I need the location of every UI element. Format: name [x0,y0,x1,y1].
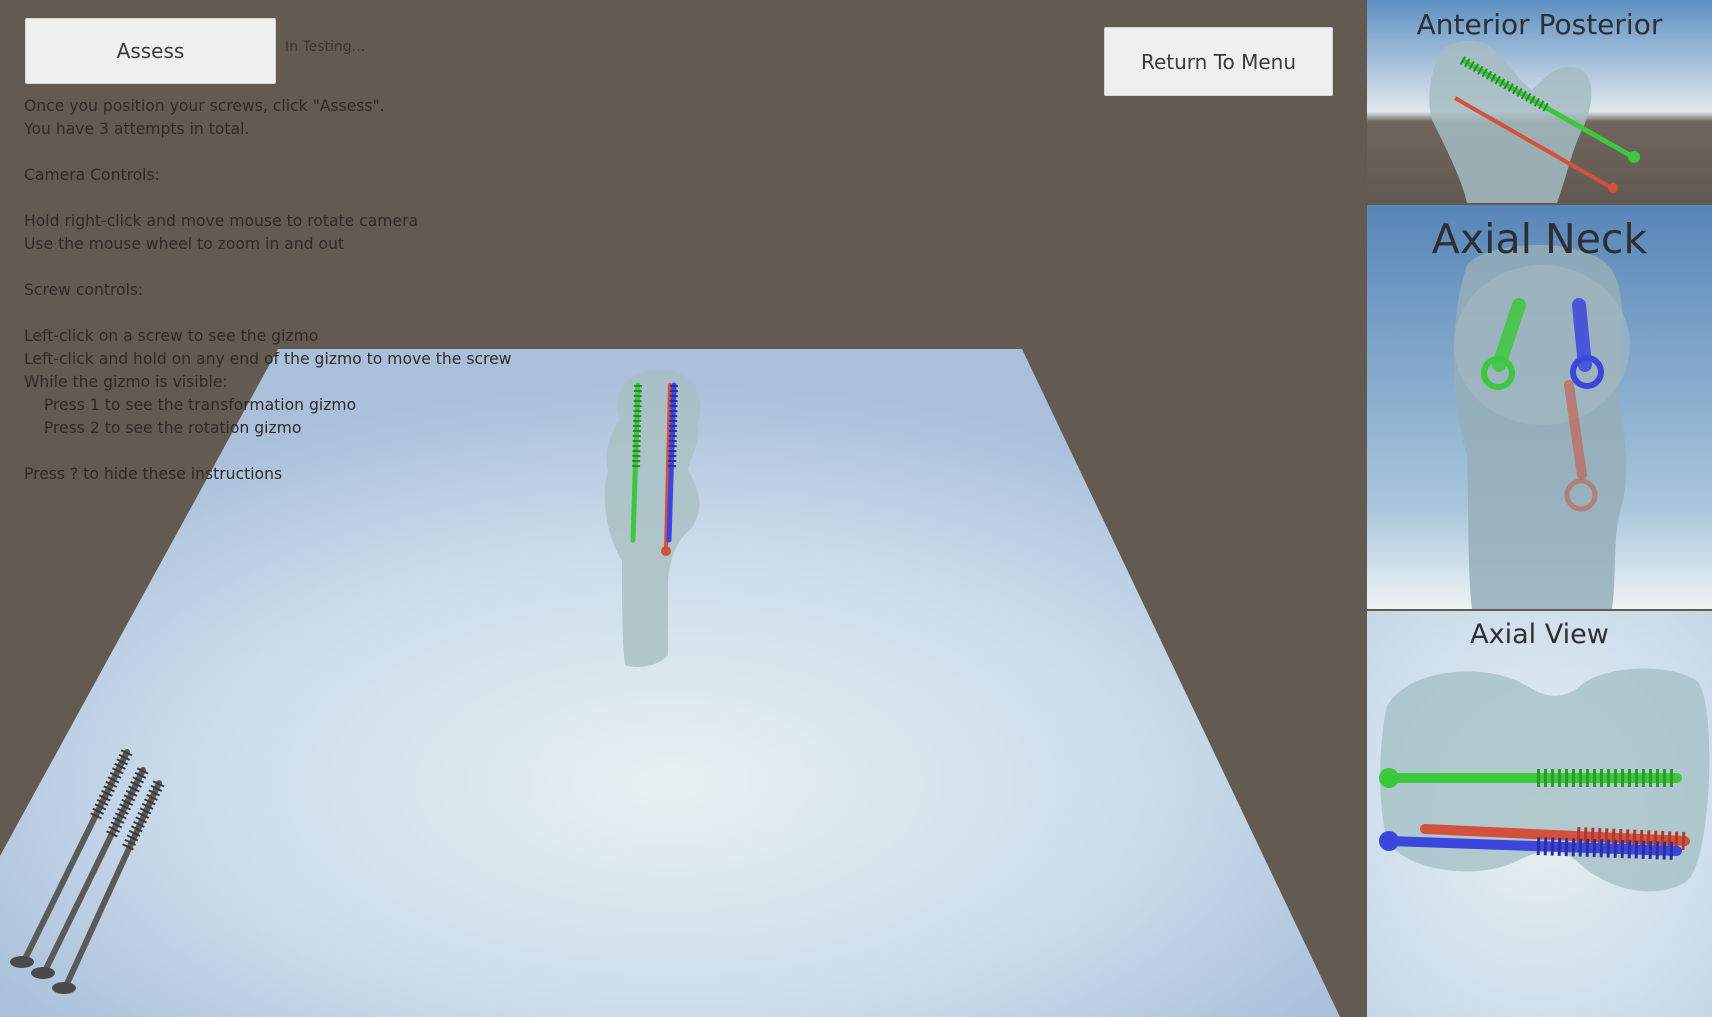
instruction-line: Camera Controls: [24,166,160,184]
instruction-line [24,440,511,463]
assess-button[interactable]: Assess [25,18,276,84]
instruction-line: Press 1 to see the transformation gizmo [24,396,357,414]
instruction-line: Screw controls: [24,281,144,299]
axial-view-title: Axial View [1470,619,1609,650]
instruction-line: Left-click on a screw to see the gizmo [24,327,319,345]
instruction-line: Hold right-click and move mouse to rotat… [24,212,419,230]
instruction-line: Left-click and hold on any end of the gi… [24,350,512,368]
axial-neck-title: Axial Neck [1431,215,1648,263]
instruction-line: Use the mouse wheel to zoom in and out [24,235,345,253]
axial-neck-view: Axial Neck [1367,205,1712,609]
instruction-line: While the gizmo is visible: [24,373,228,391]
instruction-line [24,187,511,210]
instruction-line: Press 2 to see the rotation gizmo [24,419,302,437]
instruction-line [24,302,511,325]
axial-view: Axial View [1367,611,1712,1017]
anterior-posterior-title: Anterior Posterior [1416,8,1663,41]
return-to-menu-button[interactable]: Return To Menu [1104,27,1333,96]
instruction-line: You have 3 attempts in total. [24,120,250,138]
instruction-line [24,141,511,164]
anterior-posterior-view: Anterior Posterior [1367,0,1712,203]
instruction-line: Press ? to hide these instructions [24,465,283,483]
instruction-line: Once you position your screws, click "As… [24,97,385,115]
instruction-line [24,256,511,279]
instructions-panel: Once you position your screws, click "As… [24,95,511,486]
status-text: In Testing... [285,39,366,55]
